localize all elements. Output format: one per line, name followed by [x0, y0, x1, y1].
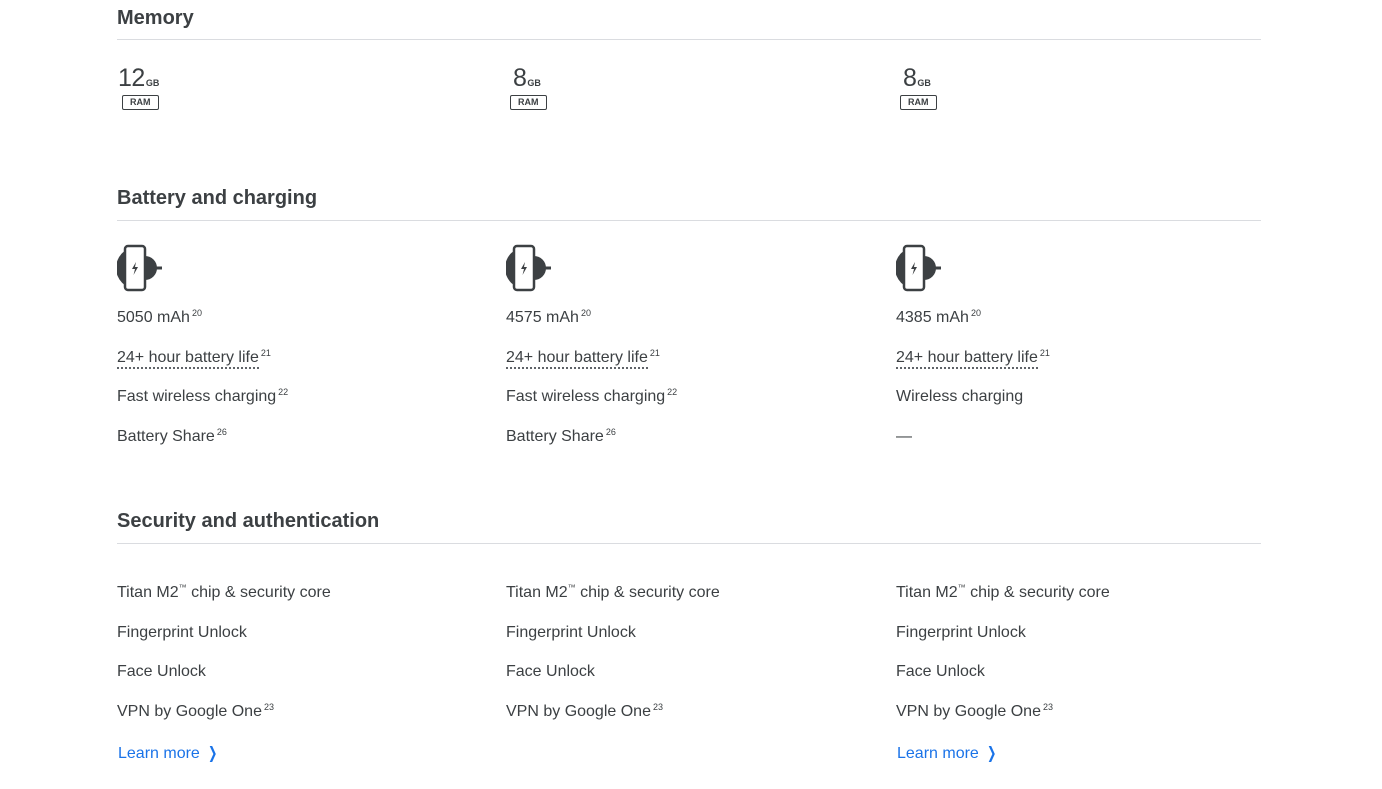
memory-col-3: 8GB RAM	[900, 64, 937, 110]
security-divider	[117, 543, 1261, 544]
battery-share: Battery Share 26	[117, 427, 227, 446]
footnote[interactable]: 22	[278, 387, 288, 397]
battery-life: 24+ hour battery life 21	[506, 348, 660, 369]
ram-unit: GB	[145, 78, 160, 88]
chevron-right-icon: ❯	[207, 745, 218, 762]
footnote[interactable]: 23	[264, 702, 274, 712]
charging-type: Fast wireless charging 22	[117, 387, 289, 406]
fingerprint-unlock: Fingerprint Unlock	[506, 624, 636, 641]
battery-life-tooltip-trigger[interactable]: 24+ hour battery life	[117, 349, 259, 369]
face-unlock: Face Unlock	[117, 663, 206, 680]
footnote[interactable]: 20	[581, 308, 591, 318]
footnote[interactable]: 20	[192, 308, 202, 318]
footnote[interactable]: 26	[217, 427, 227, 437]
footnote[interactable]: 26	[606, 427, 616, 437]
battery-life-tooltip-trigger[interactable]: 24+ hour battery life	[506, 349, 648, 369]
footnote[interactable]: 22	[667, 387, 677, 397]
ram-unit: GB	[527, 78, 541, 88]
footnote[interactable]: 23	[1043, 702, 1053, 712]
security-chip: Titan M2™ chip & security core	[117, 583, 331, 602]
learn-more-link[interactable]: Learn more ❯	[897, 743, 998, 763]
ram-badge: RAM	[510, 95, 547, 110]
battery-capacity: 4575 mAh 20	[506, 308, 591, 327]
footnote[interactable]: 21	[650, 348, 660, 358]
ram-amount: 8	[513, 64, 527, 92]
battery-share: Battery Share 26	[506, 427, 616, 446]
footnote[interactable]: 20	[971, 308, 981, 318]
battery-capacity: 5050 mAh 20	[117, 308, 202, 327]
memory-col-1: 12GB RAM	[118, 64, 160, 110]
face-unlock: Face Unlock	[506, 663, 595, 680]
vpn: VPN by Google One 23	[896, 702, 1053, 721]
vpn: VPN by Google One 23	[506, 702, 663, 721]
security-chip: Titan M2™ chip & security core	[506, 583, 720, 602]
ram-badge: RAM	[122, 95, 159, 110]
fingerprint-unlock: Fingerprint Unlock	[896, 624, 1026, 641]
wireless-charging-phone-icon	[506, 244, 551, 292]
ram-amount: 12	[118, 64, 145, 92]
memory-col-2: 8GB RAM	[510, 64, 547, 110]
battery-life: 24+ hour battery life 21	[117, 348, 271, 369]
charging-type: Fast wireless charging 22	[506, 387, 678, 406]
security-chip: Titan M2™ chip & security core	[896, 583, 1110, 602]
footnote[interactable]: 21	[261, 348, 271, 358]
battery-capacity: 4385 mAh 20	[896, 308, 981, 327]
footnote[interactable]: 23	[653, 702, 663, 712]
trademark: ™	[957, 583, 966, 592]
wireless-charging-phone-icon	[896, 244, 941, 292]
trademark: ™	[178, 583, 187, 592]
footnote[interactable]: 21	[1040, 348, 1050, 358]
charging-type: Wireless charging	[896, 388, 1024, 405]
battery-life: 24+ hour battery life 21	[896, 348, 1050, 369]
vpn: VPN by Google One 23	[117, 702, 274, 721]
security-title: Security and authentication	[117, 510, 380, 532]
chevron-right-icon: ❯	[986, 745, 997, 762]
learn-more-link[interactable]: Learn more ❯	[118, 743, 219, 763]
trademark: ™	[567, 583, 576, 592]
fingerprint-unlock: Fingerprint Unlock	[117, 624, 247, 641]
battery-title: Battery and charging	[117, 187, 318, 209]
battery-divider	[117, 220, 1261, 221]
wireless-charging-phone-icon	[117, 244, 162, 292]
battery-share-unavailable: —	[896, 428, 912, 445]
face-unlock: Face Unlock	[896, 663, 985, 680]
ram-amount: 8	[903, 64, 917, 92]
battery-life-tooltip-trigger[interactable]: 24+ hour battery life	[896, 349, 1038, 369]
memory-title: Memory	[117, 7, 194, 29]
ram-badge: RAM	[900, 95, 937, 110]
memory-divider	[117, 39, 1261, 40]
ram-unit: GB	[917, 78, 931, 88]
